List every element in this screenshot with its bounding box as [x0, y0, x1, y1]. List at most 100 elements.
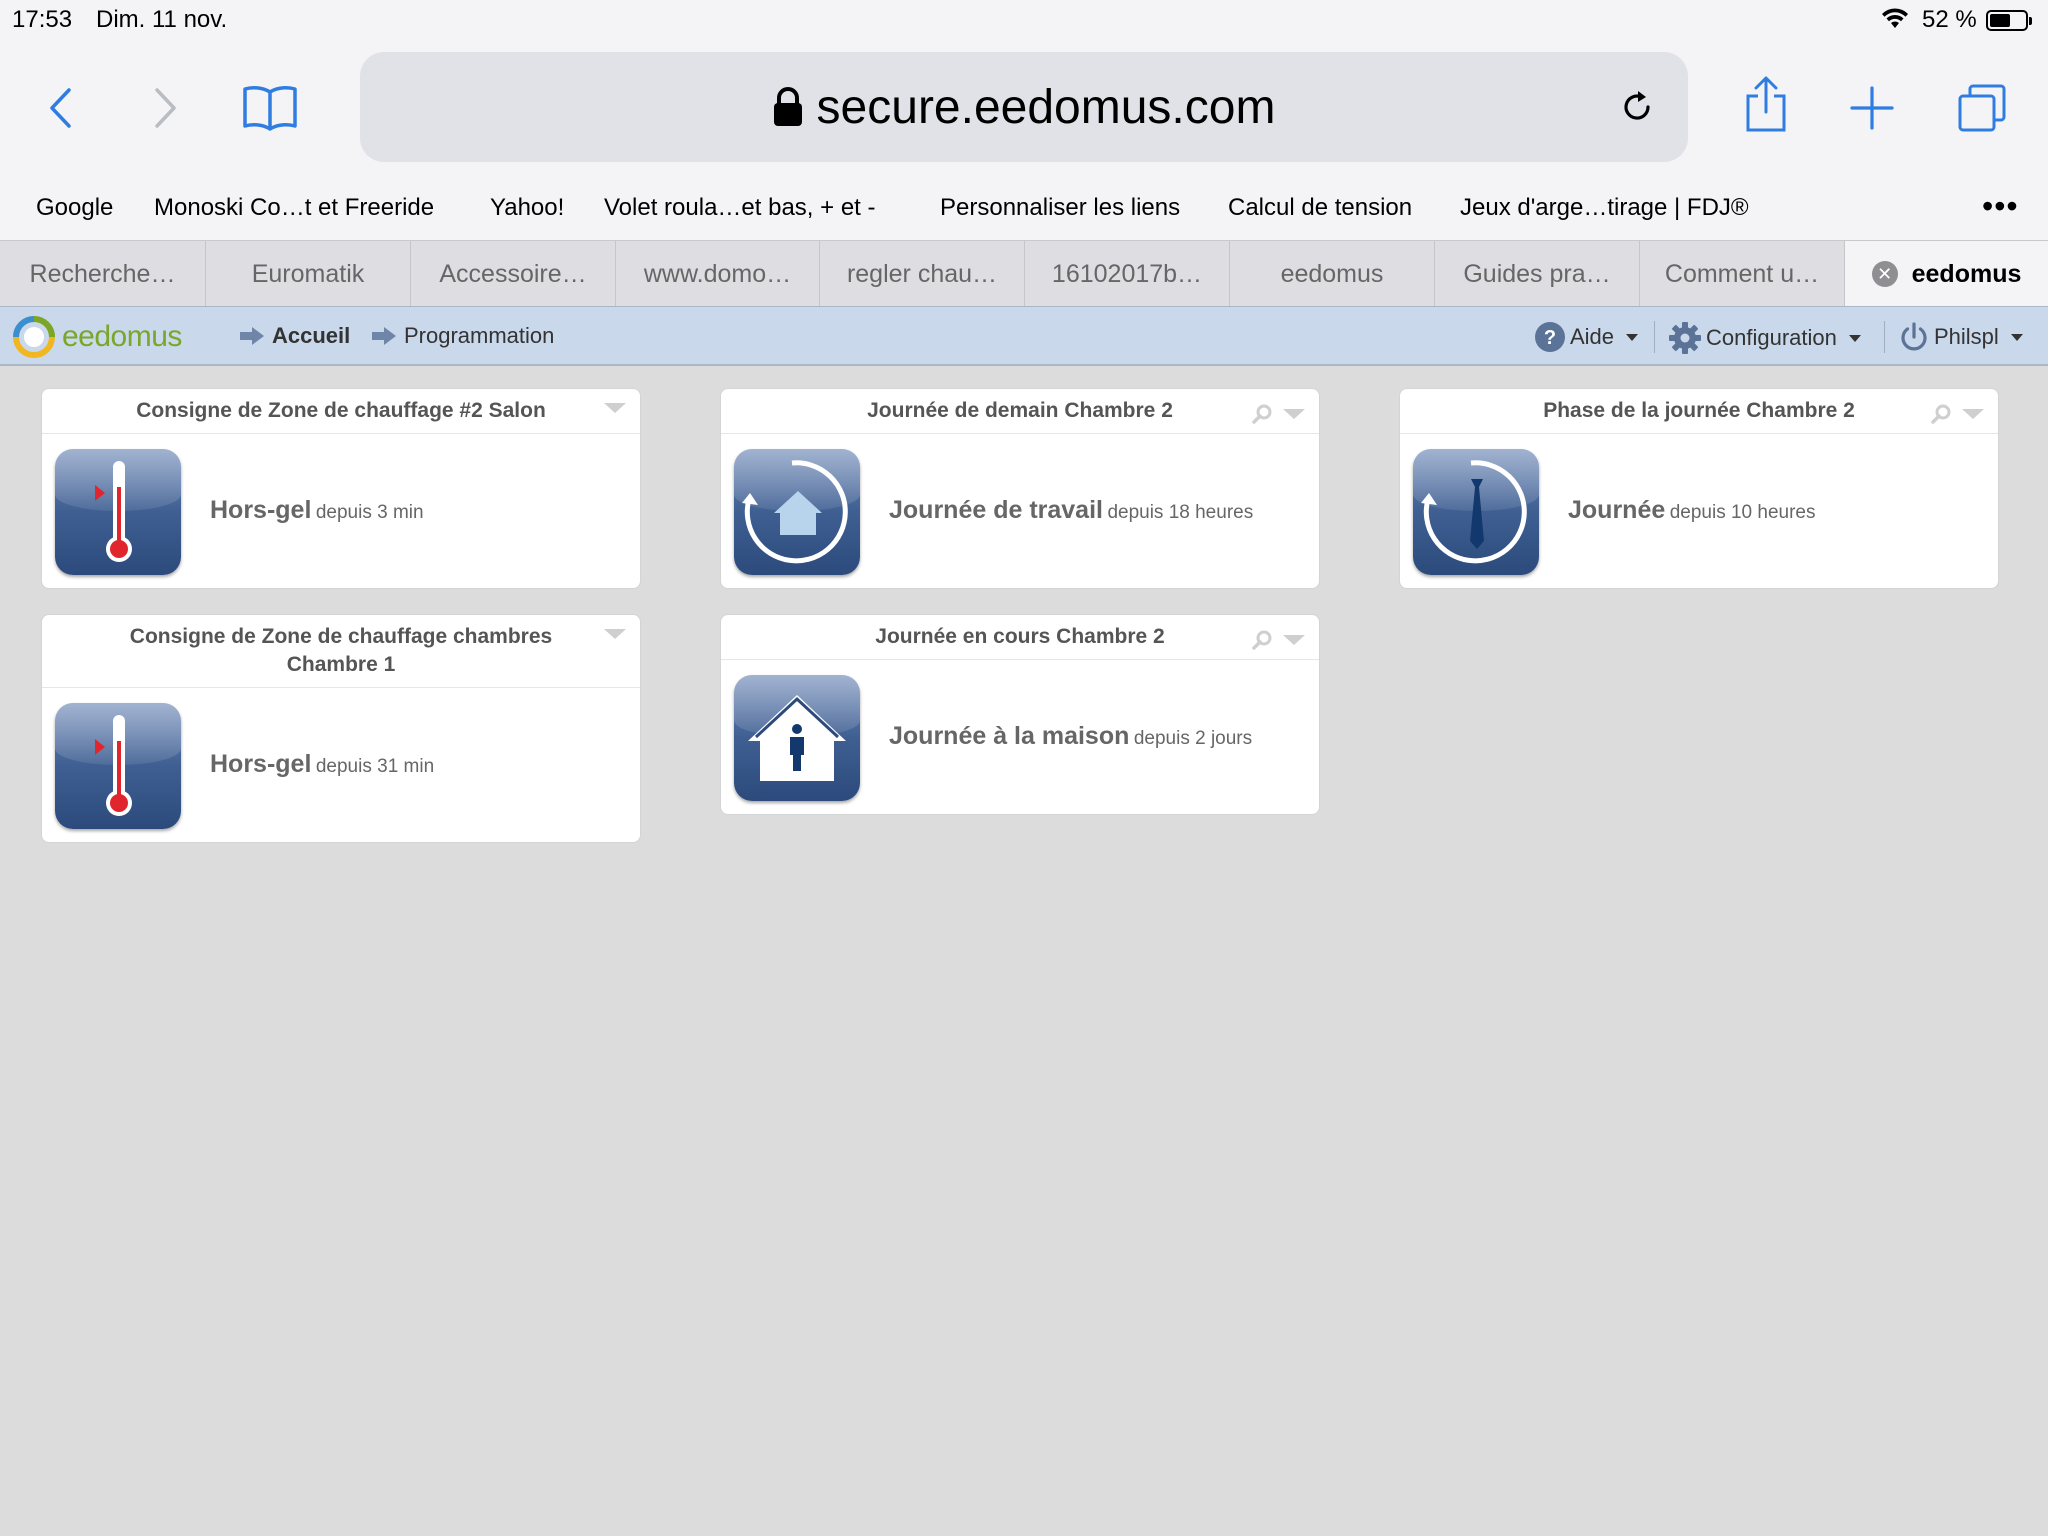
arrow-right-icon [240, 327, 264, 345]
favorite-link[interactable]: Google [36, 194, 113, 222]
widget-state: Journée de travail [889, 496, 1103, 524]
reload-button[interactable] [1610, 80, 1664, 134]
widget-state: Hors-gel [210, 750, 312, 778]
widget-since: depuis 2 jours [1133, 728, 1253, 749]
tabs-overview-icon [1958, 84, 2006, 132]
forward-button[interactable] [136, 78, 196, 138]
browser-tab[interactable]: Recherche… [0, 241, 206, 307]
tab-label: Recherche… [29, 259, 176, 288]
url-text: secure.eedomus.com [816, 80, 1276, 134]
browser-tab[interactable]: regler chau… [820, 241, 1025, 307]
favorite-link[interactable]: Personnaliser les liens [940, 194, 1180, 222]
favorite-link[interactable]: Yahoo! [490, 194, 564, 222]
thermometer-icon[interactable] [55, 449, 181, 575]
user-menu[interactable]: Philspl [1898, 321, 2023, 353]
favorite-link[interactable]: Calcul de tension [1228, 194, 1412, 222]
configuration-menu[interactable]: Configuration [1668, 321, 1861, 355]
reload-icon [1624, 91, 1650, 120]
house-person-icon[interactable] [734, 675, 860, 801]
power-icon [1901, 322, 1927, 351]
eedomus-logo[interactable]: eedomus [12, 315, 182, 359]
tab-label: Euromatik [251, 259, 365, 288]
widget-card: Phase de la journée Chambre 2 Journée de… [1399, 388, 1999, 589]
nav-programming-label: Programmation [404, 323, 555, 348]
browser-tab[interactable]: 16102017b… [1025, 241, 1230, 307]
browser-tab[interactable]: Accessoire… [411, 241, 616, 307]
share-icon [1746, 76, 1786, 132]
more-favorites-button[interactable]: ••• [1982, 190, 2019, 222]
tab-label: Accessoire… [439, 259, 587, 288]
tab-label: regler chau… [846, 259, 998, 288]
dropdown-arrow-icon[interactable] [604, 403, 626, 413]
wifi-icon [1880, 8, 1910, 37]
widget-header: Consigne de Zone de chauffage chambres C… [42, 615, 640, 688]
widget-state: Hors-gel [210, 496, 312, 524]
widget-title: Consigne de Zone de chauffage chambres C… [129, 625, 553, 676]
favorite-link[interactable]: Jeux d'arge…tirage | FDJ® [1460, 194, 1749, 222]
new-tab-button[interactable] [1842, 78, 1902, 138]
widget-body: Journée à la maison depuis 2 jours [721, 660, 1319, 814]
tab-strip: Recherche… Euromatik Accessoire… www.dom… [0, 240, 2048, 307]
address-bar[interactable]: secure.eedomus.com [360, 52, 1688, 162]
arrow-right-icon [372, 327, 396, 345]
widget-body: Journée depuis 10 heures [1400, 434, 1998, 588]
battery-icon [1986, 10, 2032, 31]
widget-since: depuis 31 min [315, 756, 435, 777]
tab-label: eedomus [1911, 259, 2022, 288]
browser-tab[interactable]: www.domo… [616, 241, 820, 307]
widget-header: Phase de la journée Chambre 2 [1400, 389, 1998, 434]
thermometer-icon[interactable] [55, 703, 181, 829]
nav-home-link[interactable]: Accueil [238, 323, 350, 349]
browser-tab[interactable]: Euromatik [206, 241, 411, 307]
widget-body: Journée de travail depuis 18 heures [721, 434, 1319, 588]
widget-title: Phase de la journée Chambre 2 [1543, 399, 1855, 422]
favorite-link[interactable]: Volet roula…et bas, + et - [604, 194, 876, 222]
caret-down-icon [1848, 334, 1861, 342]
favorites-bar: Google Monoski Co…t et Freeride Yahoo! V… [0, 190, 2048, 230]
bookmarks-button[interactable] [240, 78, 300, 138]
widget-value: Journée à la maison depuis 2 jours [889, 722, 1252, 751]
dropdown-arrow-icon[interactable] [1283, 635, 1305, 645]
show-tabs-button[interactable] [1952, 78, 2012, 138]
back-button[interactable] [30, 78, 90, 138]
open-book-icon [243, 86, 297, 131]
widget-header: Journée de demain Chambre 2 [721, 389, 1319, 434]
dropdown-arrow-icon[interactable] [604, 629, 626, 639]
status-time: 17:53 [12, 6, 73, 33]
browser-tab[interactable]: eedomus [1230, 241, 1435, 307]
widget-card: Journée de demain Chambre 2 Journée de t… [720, 388, 1320, 589]
menu-divider [1654, 321, 1655, 353]
widget-card: Consigne de Zone de chauffage chambres C… [41, 614, 641, 843]
caret-down-icon [2010, 333, 2023, 341]
widget-title: Consigne de Zone de chauffage #2 Salon [136, 399, 546, 422]
tie-cycle-icon[interactable] [1413, 449, 1539, 575]
widget-state: Journée à la maison [889, 722, 1130, 750]
widget-title: Journée de demain Chambre 2 [867, 399, 1173, 422]
help-icon: ? [1535, 322, 1565, 352]
svg-text:?: ? [1544, 327, 1556, 349]
favorite-link[interactable]: Monoski Co…t et Freeride [154, 194, 434, 222]
share-button[interactable] [1736, 74, 1796, 134]
magnifier-icon[interactable] [1251, 403, 1273, 425]
plus-icon [1850, 86, 1894, 130]
magnifier-icon[interactable] [1930, 403, 1952, 425]
widget-body: Hors-gel depuis 3 min [42, 434, 640, 588]
help-label: Aide [1570, 324, 1615, 349]
widget-since: depuis 3 min [315, 502, 424, 523]
help-menu[interactable]: ? Aide [1534, 321, 1639, 353]
close-tab-icon[interactable]: ✕ [1871, 261, 1898, 287]
chevron-left-icon [50, 88, 71, 128]
browser-tab[interactable]: Guides pra… [1435, 241, 1640, 307]
dropdown-arrow-icon[interactable] [1962, 409, 1984, 419]
dropdown-arrow-icon[interactable] [1283, 409, 1305, 419]
browser-tab-active[interactable]: ✕ eedomus [1845, 241, 2048, 307]
status-date: Dim. 11 nov. [96, 6, 228, 33]
browser-tab[interactable]: Comment u… [1640, 241, 1845, 307]
nav-programming-link[interactable]: Programmation [370, 323, 554, 349]
widget-value: Journée de travail depuis 18 heures [889, 496, 1253, 525]
widget-header: Journée en cours Chambre 2 [721, 615, 1319, 660]
magnifier-icon[interactable] [1251, 629, 1273, 651]
house-cycle-icon[interactable] [734, 449, 860, 575]
widget-state: Journée [1568, 496, 1666, 524]
user-label: Philspl [1934, 324, 1999, 349]
